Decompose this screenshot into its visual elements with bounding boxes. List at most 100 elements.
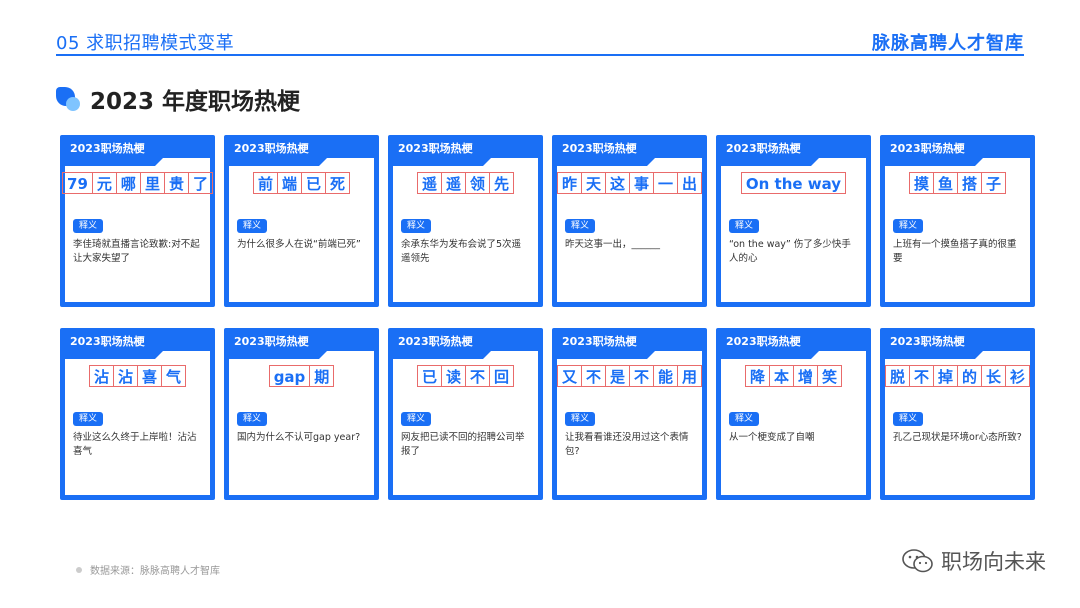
section-title: 05 求职招聘模式变革 <box>56 33 235 54</box>
meme-char: 是 <box>604 365 629 387</box>
meme-phrase: 降本增笑 <box>721 365 866 387</box>
meme-char: 了 <box>187 172 213 194</box>
meme-char: 端 <box>276 172 301 194</box>
meme-char: 遥 <box>440 172 465 194</box>
card-label: 2023职场热梗 <box>562 335 637 348</box>
definition-tag: 释义 <box>565 412 596 426</box>
meme-char: 气 <box>161 365 187 387</box>
meme-phrase: 又不是不能用 <box>556 365 703 387</box>
meme-char: 出 <box>677 172 703 194</box>
definition-tag: 释义 <box>729 412 760 426</box>
card-body: 已读不回释义 网友把已读不回的招聘公司举报了 <box>393 351 538 495</box>
card-label: 2023职场热梗 <box>890 142 965 155</box>
header-divider <box>56 54 1024 56</box>
card-label: 2023职场热梗 <box>398 142 473 155</box>
card-body: 沾沾喜气释义 待业这么久终于上岸啦！沾沾喜气 <box>65 351 210 495</box>
meme-card: 2023职场热梗遥遥领先释义 余承东华为发布会说了5次遥遥领先 <box>388 135 543 307</box>
meme-char: 沾 <box>112 365 137 387</box>
meme-phrase: 摸鱼搭子 <box>885 172 1030 194</box>
meme-description: 国内为什么不认可gap year? <box>237 432 361 443</box>
meme-card: 2023职场热梗 On the way 释义 “on the way” 伤了多少快手人… <box>716 135 871 307</box>
meme-phrase: 前端已死 <box>229 172 374 194</box>
card-body: 昨天这事一出释义 昨天这事一出，______ <box>556 158 703 302</box>
brand-name: 脉脉高聘人才智库 <box>872 33 1024 54</box>
meme-card: 2023职场热梗昨天这事一出释义 昨天这事一出，______ <box>552 135 707 307</box>
meme-char: 喜 <box>137 365 162 387</box>
card-label: 2023职场热梗 <box>234 335 309 348</box>
meme-char: 79 <box>62 172 92 194</box>
meme-char: 降 <box>744 365 769 387</box>
definition-tag: 释义 <box>565 219 596 233</box>
meme-char: 衫 <box>1005 365 1031 387</box>
meme-description: 昨天这事一出，______ <box>565 239 661 250</box>
definition-tag: 释义 <box>729 219 760 233</box>
meme-char: 不 <box>465 365 490 387</box>
title-bullet-icon <box>56 87 80 111</box>
meme-description: 孔乙己现状是环境or心态所致? <box>893 432 1022 443</box>
meme-char: 不 <box>580 365 605 387</box>
page-title-group: 2023 年度职场热梗 <box>56 82 300 116</box>
meme-card: 2023职场热梗摸鱼搭子释义上班有一个摸鱼搭子真的很重要 <box>880 135 1035 307</box>
meme-char: 能 <box>653 365 678 387</box>
meme-phrase: 79 元哪里贵了 <box>62 172 213 194</box>
meme-description: “on the way” 伤了多少快手人的心 <box>729 239 851 264</box>
meme-phrase: gap 期 <box>229 365 374 387</box>
meme-description: 余承东华为发布会说了5次遥遥领先 <box>401 239 522 264</box>
card-body: 79 元哪里贵了释义李佳琦就直播言论致歉:对不起让大家失望了 <box>62 158 213 302</box>
card-label: 2023职场热梗 <box>234 142 309 155</box>
meme-char: 的 <box>957 365 982 387</box>
meme-card: 2023职场热梗沾沾喜气释义 待业这么久终于上岸啦！沾沾喜气 <box>60 328 215 500</box>
meme-description: 李佳琦就直播言论致歉:对不起让大家失望了 <box>73 239 200 264</box>
card-body: 摸鱼搭子释义上班有一个摸鱼搭子真的很重要 <box>885 158 1030 302</box>
card-label: 2023职场热梗 <box>398 335 473 348</box>
meme-phrase: 沾沾喜气 <box>65 365 210 387</box>
meme-char: 摸 <box>908 172 933 194</box>
meme-char: 已 <box>416 365 441 387</box>
meme-char: 回 <box>489 365 515 387</box>
meme-description: 为什么很多人在说“前端已死” <box>237 239 361 250</box>
card-label: 2023职场热梗 <box>726 335 801 348</box>
meme-char: 本 <box>768 365 793 387</box>
meme-char: 天 <box>580 172 605 194</box>
meme-char: 前 <box>252 172 277 194</box>
definition-tag: 释义 <box>401 219 432 233</box>
meme-card: 2023职场热梗前端已死释义 为什么很多人在说“前端已死” <box>224 135 379 307</box>
card-label: 2023职场热梗 <box>726 142 801 155</box>
card-label: 2023职场热梗 <box>562 142 637 155</box>
meme-card: 2023职场热梗脱不掉的长衫释义孔乙己现状是环境or心态所致? <box>880 328 1035 500</box>
meme-char: 遥 <box>416 172 441 194</box>
meme-char: 昨 <box>556 172 581 194</box>
card-label: 2023职场热梗 <box>70 142 145 155</box>
card-body: 脱不掉的长衫释义孔乙己现状是环境or心态所致? <box>884 351 1031 495</box>
meme-description: 从一个梗变成了自嘲 <box>729 432 815 443</box>
watermark: 职场向未来 <box>901 546 1046 576</box>
card-body: 前端已死释义 为什么很多人在说“前端已死” <box>229 158 374 302</box>
meme-phrase: 脱不掉的长衫 <box>884 365 1031 387</box>
definition-tag: 释义 <box>237 412 268 426</box>
meme-description: 待业这么久终于上岸啦！沾沾喜气 <box>73 432 197 457</box>
meme-char: 沾 <box>88 365 113 387</box>
card-label: 2023职场热梗 <box>890 335 965 348</box>
meme-char: 长 <box>981 365 1006 387</box>
meme-char: 不 <box>908 365 933 387</box>
definition-tag: 释义 <box>893 412 924 426</box>
meme-char: 掉 <box>932 365 957 387</box>
meme-char: 领 <box>465 172 490 194</box>
meme-char: 元 <box>91 172 116 194</box>
meme-card-grid: 2023职场热梗 79 元哪里贵了释义 李佳琦就直播言论致歉:对不起让大家失望了 202… <box>60 135 1035 500</box>
card-label: 2023职场热梗 <box>70 335 145 348</box>
meme-char: On the way <box>740 172 847 194</box>
meme-description: 上班有一个摸鱼搭子真的很重要 <box>893 239 1017 264</box>
card-body: 又不是不能用释义 让我看看谁还没用过这个表情包? <box>556 351 703 495</box>
meme-char: 这 <box>604 172 629 194</box>
meme-description: 网友把已读不回的招聘公司举报了 <box>401 432 525 457</box>
page-title: 2023 年度职场热梗 <box>90 89 301 115</box>
meme-char: 子 <box>981 172 1007 194</box>
definition-tag: 释义 <box>893 219 924 233</box>
definition-tag: 释义 <box>73 412 104 426</box>
meme-char: 里 <box>139 172 164 194</box>
meme-char: 事 <box>629 172 654 194</box>
meme-char: 增 <box>793 365 818 387</box>
card-body: 降本增笑释义从一个梗变成了自嘲 <box>721 351 866 495</box>
definition-tag: 释义 <box>73 219 104 233</box>
